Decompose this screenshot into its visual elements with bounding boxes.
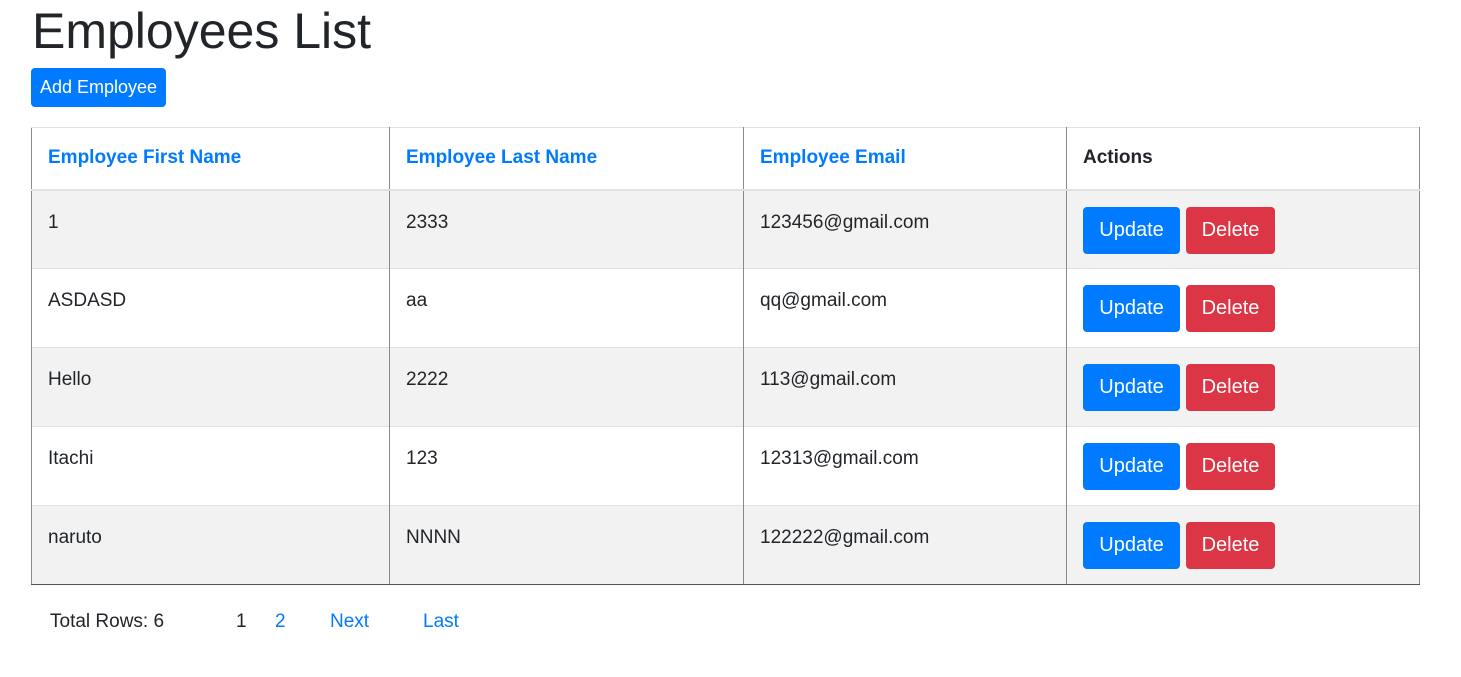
cell-actions: Update Delete bbox=[1066, 189, 1420, 269]
cell-last-name: 2333 bbox=[389, 189, 744, 269]
column-header-email[interactable]: Employee Email bbox=[743, 127, 1067, 191]
table-header: Employee First Name Employee Last Name E… bbox=[31, 127, 1420, 191]
cell-actions: Update Delete bbox=[1066, 268, 1420, 348]
cell-first-name: naruto bbox=[31, 505, 390, 585]
cell-email: 122222@gmail.com bbox=[743, 505, 1067, 585]
table-body: 1 2333 123456@gmail.com Update Delete ASD… bbox=[31, 189, 1420, 585]
employees-table: Employee First Name Employee Last Name E… bbox=[31, 127, 1420, 585]
delete-button[interactable]: Delete bbox=[1186, 364, 1275, 411]
update-button[interactable]: Update bbox=[1083, 285, 1180, 332]
table-row: naruto NNNN 122222@gmail.com Update Delet… bbox=[31, 505, 1420, 585]
last-page-link[interactable]: Last bbox=[423, 608, 459, 636]
cell-email: 123456@gmail.com bbox=[743, 189, 1067, 269]
cell-email: 113@gmail.com bbox=[743, 347, 1067, 427]
table-row: Hello 2222 113@gmail.com Update Delete bbox=[31, 347, 1420, 427]
update-button[interactable]: Update bbox=[1083, 522, 1180, 569]
delete-button[interactable]: Delete bbox=[1186, 522, 1275, 569]
total-rows-label: Total Rows: 6 bbox=[50, 611, 165, 632]
cell-last-name: 123 bbox=[389, 426, 744, 506]
column-header-actions: Actions bbox=[1066, 127, 1420, 191]
next-page-link[interactable]: Next bbox=[330, 608, 369, 636]
cell-email: qq@gmail.com bbox=[743, 268, 1067, 348]
update-button[interactable]: Update bbox=[1083, 364, 1180, 411]
update-button[interactable]: Update bbox=[1083, 206, 1180, 254]
delete-button[interactable]: Delete bbox=[1186, 206, 1275, 254]
update-button[interactable]: Update bbox=[1083, 443, 1180, 490]
delete-button[interactable]: Delete bbox=[1186, 285, 1275, 332]
cell-last-name: aa bbox=[389, 268, 744, 348]
cell-first-name: Hello bbox=[31, 347, 390, 427]
pagination-bar: Total Rows: 6 1 2 Next Last bbox=[0, 608, 600, 636]
page-number-current: 1 bbox=[236, 611, 247, 632]
column-header-last-name[interactable]: Employee Last Name bbox=[389, 127, 744, 191]
cell-actions: Update Delete bbox=[1066, 347, 1420, 427]
cell-last-name: 2222 bbox=[389, 347, 744, 427]
page-number-link[interactable]: 2 bbox=[275, 608, 286, 636]
delete-button[interactable]: Delete bbox=[1186, 443, 1275, 490]
add-employee-button[interactable]: Add Employee bbox=[31, 68, 166, 107]
cell-first-name: 1 bbox=[31, 189, 390, 269]
table-row: Itachi 123 12313@gmail.com Update Delete bbox=[31, 426, 1420, 506]
cell-last-name: NNNN bbox=[389, 505, 744, 585]
page-title: Employees List bbox=[32, 3, 372, 59]
cell-actions: Update Delete bbox=[1066, 426, 1420, 506]
table-row: ASDASD aa qq@gmail.com Update Delete bbox=[31, 268, 1420, 348]
cell-email: 12313@gmail.com bbox=[743, 426, 1067, 506]
employees-page: Employees List Add Employee Employee Fir… bbox=[0, 0, 1461, 677]
cell-actions: Update Delete bbox=[1066, 505, 1420, 585]
column-header-first-name[interactable]: Employee First Name bbox=[31, 127, 390, 191]
table-row: 1 2333 123456@gmail.com Update Delete bbox=[31, 189, 1420, 269]
cell-first-name: Itachi bbox=[31, 426, 390, 506]
cell-first-name: ASDASD bbox=[31, 268, 390, 348]
table-header-row: Employee First Name Employee Last Name E… bbox=[31, 127, 1420, 191]
